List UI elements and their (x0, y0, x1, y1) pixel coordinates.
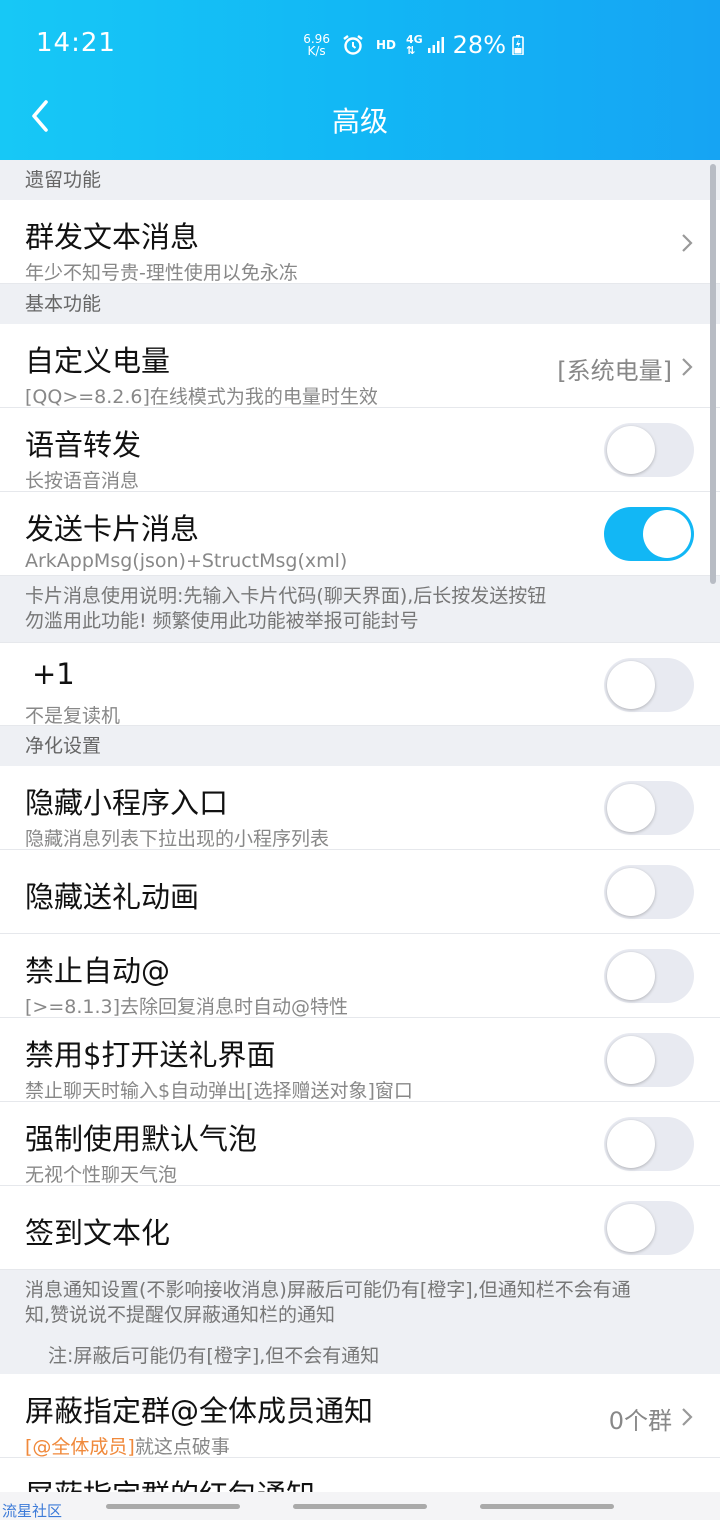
setting-default-bubble: 强制使用默认气泡 无视个性聊天气泡 (0, 1102, 720, 1186)
nav-gesture-bar-right[interactable] (480, 1504, 614, 1509)
setting-disable-dollar-gift: 禁用$打开送礼界面 禁止聊天时输入$自动弹出[选择赠送对象]窗口 (0, 1018, 720, 1102)
setting-plus-one: +1 不是复读机 (0, 642, 720, 727)
setting-hide-mini-program: 隐藏小程序入口 隐藏消息列表下拉出现的小程序列表 (0, 766, 720, 850)
hide-gift-animation-toggle[interactable] (604, 865, 694, 919)
app-header: 14:21 6.96 K/s HD 4G ⇅ 28% 高级 (0, 0, 720, 160)
setting-title: 强制使用默认气泡 (25, 1122, 258, 1156)
status-time: 14:21 (36, 28, 116, 58)
highlight-text: [@全体成员] (25, 1436, 135, 1458)
chevron-right-icon (682, 358, 693, 376)
hd-badge: HD (375, 38, 396, 52)
watermark-text: 流星社区 (2, 1502, 63, 1520)
section-header-basic: 基本功能 (0, 284, 720, 324)
setting-block-at-all[interactable]: 屏蔽指定群@全体成员通知 [@全体成员]就这点破事 0个群 (0, 1374, 720, 1458)
system-nav-bar: 流星社区 (0, 1492, 720, 1520)
hide-mini-program-toggle[interactable] (604, 781, 694, 835)
status-icons: 6.96 K/s HD 4G ⇅ 28% (303, 28, 524, 62)
setting-subtitle: [@全体成员]就这点破事 (25, 1436, 230, 1458)
setting-subtitle: 不是复读机 (25, 705, 121, 727)
setting-subtitle: [>=8.1.3]去除回复消息时自动@特性 (25, 996, 349, 1018)
chevron-right-icon (682, 1408, 693, 1426)
send-card-toggle[interactable] (604, 507, 694, 561)
setting-title: 禁止自动@ (25, 954, 171, 988)
setting-title: 自定义电量 (25, 344, 171, 378)
setting-value: 0个群 (608, 1407, 672, 1435)
setting-subtitle: ArkAppMsg(json)+StructMsg(xml) (25, 550, 348, 572)
setting-title: +1 (32, 657, 75, 691)
setting-send-card: 发送卡片消息 ArkAppMsg(json)+StructMsg(xml) (0, 492, 720, 576)
setting-title: 禁用$打开送礼界面 (25, 1038, 276, 1072)
setting-title: 群发文本消息 (25, 220, 200, 254)
notification-note: 消息通知设置(不影响接收消息)屏蔽后可能仍有[橙字],但通知栏不会有通 知,赞说… (0, 1270, 720, 1336)
alarm-icon (343, 35, 363, 55)
setting-no-auto-at: 禁止自动@ [>=8.1.3]去除回复消息时自动@特性 (0, 934, 720, 1018)
setting-custom-battery[interactable]: 自定义电量 [QQ>=8.2.6]在线模式为我的电量时生效 [系统电量] (0, 324, 720, 408)
network-type: 4G ⇅ (405, 33, 423, 57)
setting-group-text-message[interactable]: 群发文本消息 年少不知号贵-理性使用以免永冻 (0, 200, 720, 284)
battery-percent: 28% (452, 31, 506, 59)
setting-checkin-text: 签到文本化 (0, 1186, 720, 1270)
setting-title: 隐藏送礼动画 (25, 880, 200, 914)
checkin-text-toggle[interactable] (604, 1201, 694, 1255)
data-arrows-icon: ⇅ (405, 44, 416, 57)
setting-value: [系统电量] (557, 357, 672, 385)
toggle-knob (607, 661, 655, 709)
toggle-knob (607, 868, 655, 916)
nav-gesture-bar-center[interactable] (293, 1504, 427, 1509)
toggle-knob (607, 426, 655, 474)
settings-list: 遗留功能 群发文本消息 年少不知号贵-理性使用以免永冻 基本功能 自定义电量 [… (0, 160, 720, 1520)
toggle-knob (607, 952, 655, 1000)
setting-voice-forward: 语音转发 长按语音消息 (0, 408, 720, 492)
setting-hide-gift-animation: 隐藏送礼动画 (0, 850, 720, 934)
section-header-legacy: 遗留功能 (0, 160, 720, 200)
setting-subtitle: 禁止聊天时输入$自动弹出[选择赠送对象]窗口 (25, 1080, 413, 1102)
chevron-right-icon (682, 234, 693, 252)
setting-subtitle: 长按语音消息 (25, 470, 140, 492)
setting-title: 屏蔽指定群@全体成员通知 (25, 1394, 374, 1428)
toggle-knob (643, 510, 691, 558)
signal-icon (427, 37, 444, 53)
toggle-knob (607, 1036, 655, 1084)
section-header-purify: 净化设置 (0, 726, 720, 766)
setting-subtitle: 隐藏消息列表下拉出现的小程序列表 (25, 828, 330, 850)
setting-subtitle: 年少不知号贵-理性使用以免永冻 (25, 262, 298, 284)
voice-forward-toggle[interactable] (604, 423, 694, 477)
disable-dollar-gift-toggle[interactable] (604, 1033, 694, 1087)
nav-gesture-bar-left[interactable] (106, 1504, 240, 1509)
setting-title: 发送卡片消息 (25, 512, 200, 546)
setting-title: 签到文本化 (25, 1216, 171, 1250)
plus-one-toggle[interactable] (604, 658, 694, 712)
default-bubble-toggle[interactable] (604, 1117, 694, 1171)
setting-title: 隐藏小程序入口 (25, 786, 229, 820)
scrollbar[interactable] (710, 164, 716, 584)
battery-charging-icon (512, 35, 524, 55)
network-speed: 6.96 K/s (303, 32, 330, 58)
notification-note-remark: 注:屏蔽后可能仍有[橙字],但不会有通知 (0, 1336, 720, 1374)
toggle-knob (607, 1204, 655, 1252)
no-auto-at-toggle[interactable] (604, 949, 694, 1003)
toggle-knob (607, 1120, 655, 1168)
page-title: 高级 (331, 105, 388, 138)
setting-subtitle: 无视个性聊天气泡 (25, 1164, 178, 1186)
card-usage-note: 卡片消息使用说明:先输入卡片代码(聊天界面),后长按发送按钮 勿滥用此功能! 频… (0, 576, 720, 642)
toggle-knob (607, 784, 655, 832)
setting-subtitle: [QQ>=8.2.6]在线模式为我的电量时生效 (25, 386, 378, 408)
setting-title: 语音转发 (25, 428, 142, 462)
